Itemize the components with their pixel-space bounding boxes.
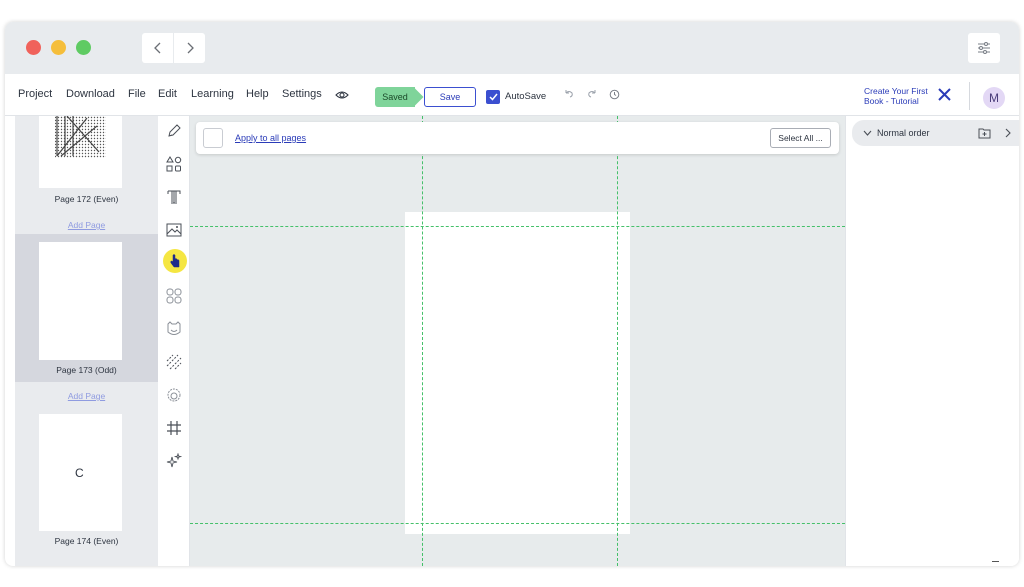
eye-icon — [335, 91, 349, 99]
grid-tool[interactable] — [163, 417, 185, 439]
chevron-left-icon — [153, 42, 160, 54]
close-icon — [938, 88, 951, 101]
loading-spinner-icon: C — [75, 466, 84, 480]
page-canvas[interactable] — [405, 212, 630, 534]
badge-icon — [167, 388, 181, 402]
apply-to-all-checkbox[interactable] — [203, 128, 223, 148]
magic-sparkles-icon — [166, 453, 182, 468]
preview-button[interactable] — [335, 88, 349, 106]
order-label: Normal order — [877, 128, 930, 138]
guide-line-horizontal — [190, 226, 845, 227]
select-all-button[interactable]: Select All ... — [770, 128, 831, 148]
elements-icon — [166, 288, 182, 304]
guide-line-vertical — [617, 116, 618, 566]
add-folder-icon[interactable] — [978, 127, 991, 139]
grid-icon — [167, 421, 181, 435]
magic-tool[interactable] — [163, 450, 185, 472]
editor-canvas[interactable]: Apply to all pages Select All ... — [190, 116, 845, 566]
autosave-checkbox[interactable] — [486, 90, 500, 104]
menu-edit[interactable]: Edit — [158, 88, 177, 100]
pages-panel: Page 172 (Even) Add Page Page 173 (Odd) … — [15, 116, 158, 566]
collapse-mark — [992, 561, 999, 562]
menu-file[interactable]: File — [128, 88, 146, 100]
tutorial-link[interactable]: Create Your First Book - Tutorial — [864, 86, 938, 106]
menubar-divider — [969, 82, 970, 110]
undo-button[interactable] — [564, 89, 574, 102]
user-avatar[interactable]: M — [983, 87, 1005, 109]
save-button[interactable]: Save — [424, 87, 476, 107]
app-window: Project Download File Edit Learning Help… — [5, 22, 1019, 566]
history-button[interactable] — [609, 89, 620, 103]
layers-panel: Normal order — [845, 116, 1019, 566]
minimize-window-button[interactable] — [51, 40, 66, 55]
menu-project[interactable]: Project — [18, 88, 52, 100]
chevron-right-icon — [187, 42, 194, 54]
emoji-tool[interactable] — [163, 318, 185, 340]
order-dropdown[interactable]: Normal order — [852, 120, 1019, 146]
draw-tool[interactable] — [163, 120, 185, 142]
badge-tool[interactable] — [163, 384, 185, 406]
menu-learning[interactable]: Learning — [191, 88, 234, 100]
page-label-173: Page 173 (Odd) — [56, 365, 117, 375]
page-thumbnail-173[interactable] — [39, 242, 122, 360]
guide-line-vertical — [422, 116, 423, 566]
image-tool[interactable] — [163, 219, 185, 241]
menu-help[interactable]: Help — [246, 88, 269, 100]
page-label-172: Page 172 (Even) — [54, 194, 119, 204]
sliders-icon — [978, 42, 990, 54]
back-button[interactable] — [142, 33, 173, 63]
emoji-icon — [167, 321, 181, 335]
tools-sidebar — [158, 116, 190, 566]
forward-button[interactable] — [174, 33, 205, 63]
clock-icon — [609, 89, 620, 100]
maximize-window-button[interactable] — [76, 40, 91, 55]
saved-status-label: Saved — [382, 92, 408, 102]
saved-status-badge: Saved — [375, 87, 415, 107]
image-icon — [166, 223, 182, 237]
apply-to-all-link[interactable]: Apply to all pages — [235, 133, 306, 143]
page-thumbnail-172[interactable] — [39, 116, 122, 188]
redo-button[interactable] — [587, 89, 597, 102]
window-settings-button[interactable] — [968, 33, 1000, 63]
hand-pointer-icon — [170, 254, 180, 268]
chevron-right-icon[interactable] — [1005, 128, 1011, 138]
menu-settings[interactable]: Settings — [282, 88, 322, 100]
undo-icon — [565, 90, 573, 98]
chevron-down-icon — [863, 130, 872, 136]
autosave-label: AutoSave — [505, 91, 547, 102]
redo-icon — [588, 90, 596, 98]
pattern-icon — [166, 354, 182, 370]
tutorial-close-button[interactable] — [938, 86, 951, 106]
menu-download[interactable]: Download — [66, 88, 115, 100]
close-window-button[interactable] — [26, 40, 41, 55]
pattern-thumbnail-icon — [55, 116, 106, 158]
text-tool[interactable] — [163, 186, 185, 208]
active-pointer-tool[interactable] — [163, 249, 187, 273]
shapes-icon — [166, 156, 182, 172]
elements-tool[interactable] — [163, 285, 185, 307]
title-bar — [5, 22, 1019, 74]
apply-to-all-bar: Apply to all pages Select All ... — [196, 122, 839, 154]
page-label-174: Page 174 (Even) — [54, 536, 119, 546]
pattern-tool[interactable] — [163, 351, 185, 373]
pencil-icon — [168, 124, 181, 137]
shapes-tool[interactable] — [163, 153, 185, 175]
checkmark-icon — [488, 93, 498, 101]
page-thumbnail-174[interactable]: C — [39, 414, 122, 531]
menu-bar: Project Download File Edit Learning Help… — [5, 74, 1019, 116]
add-page-link[interactable]: Add Page — [15, 220, 158, 230]
guide-line-horizontal — [190, 523, 845, 524]
text-icon — [167, 190, 181, 204]
add-page-link[interactable]: Add Page — [15, 391, 158, 401]
